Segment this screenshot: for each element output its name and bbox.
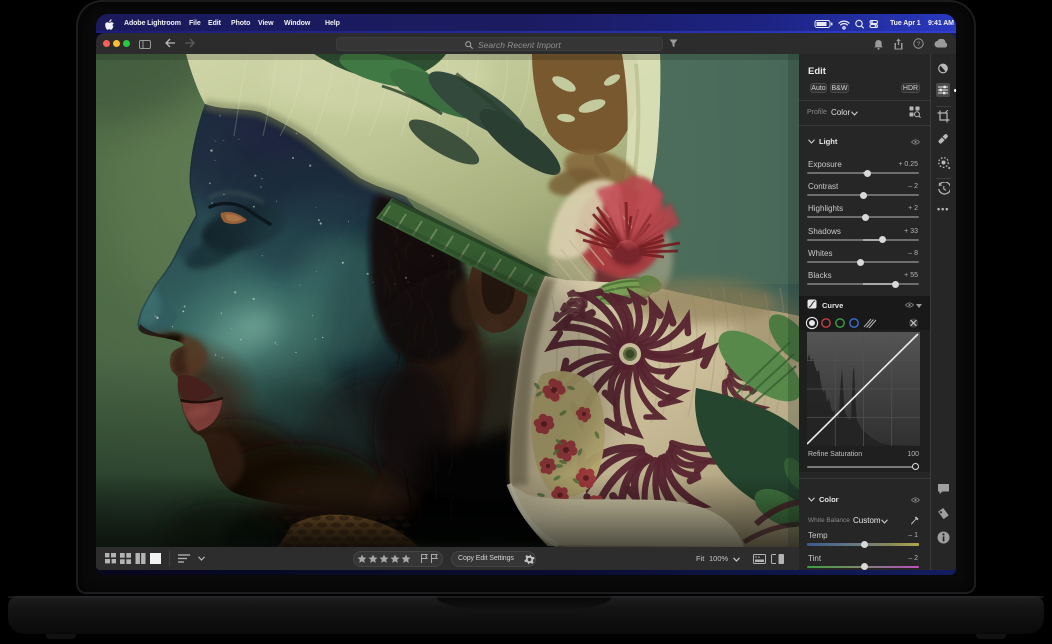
svg-text:?: ?: [917, 41, 921, 48]
